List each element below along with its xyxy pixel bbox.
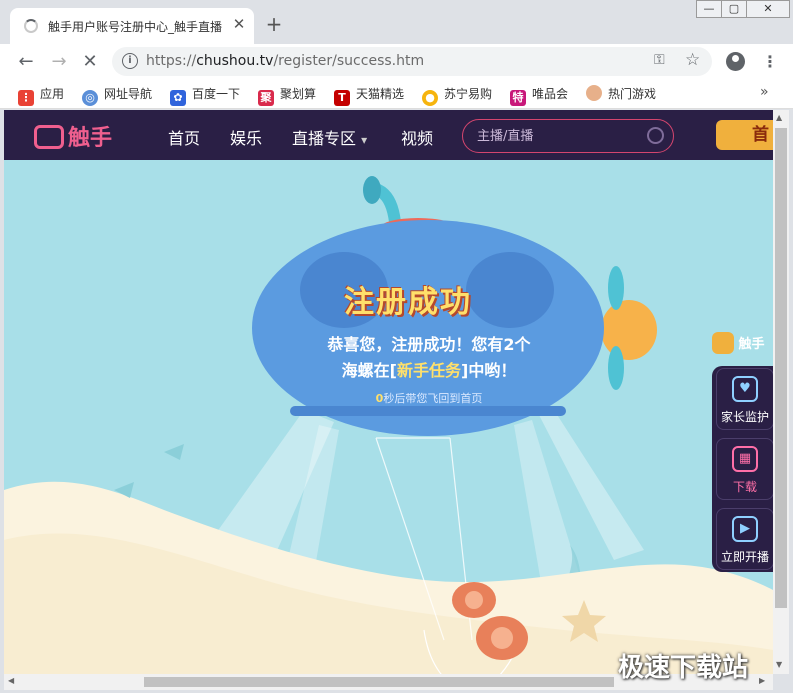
profile-avatar-icon[interactable] [726, 52, 745, 71]
shield-person-icon: ♥ [732, 376, 758, 402]
side-toolbar-panel: ♥ 家长监护 ▦ 下载 ▶ 立即开播 [712, 366, 773, 572]
baidu-paw-icon: ✿ [170, 90, 186, 106]
juhuasuan-icon: 聚 [258, 90, 274, 106]
site-search [462, 119, 674, 153]
nav-live-zone[interactable]: 直播专区 ▾ [292, 125, 367, 149]
bookmark-url-nav[interactable]: ◎ 网址导航 [82, 85, 152, 106]
nav-entertainment[interactable]: 娱乐 [230, 125, 262, 149]
browser-menu-icon[interactable]: ⋮ [762, 52, 778, 71]
password-key-icon[interactable]: ⚿ [654, 52, 665, 68]
nav-video[interactable]: 视频 [401, 125, 433, 149]
site-logo[interactable]: 触手 [34, 120, 112, 152]
vertical-scrollbar[interactable]: ▲ ▼ [773, 110, 789, 674]
submarine-window [466, 252, 554, 328]
submarine-illustration [4, 176, 773, 674]
submarine-keel [290, 406, 566, 416]
site-header: 触手 首页 娱乐 直播专区 ▾ 视频 首 [4, 110, 773, 160]
horizontal-scroll-thumb[interactable] [144, 677, 614, 687]
success-title: 注册成功 [344, 285, 472, 320]
side-toolbar-logo: 触手 [712, 332, 773, 368]
stop-loading-button[interactable]: ✕ [79, 51, 101, 73]
page-viewport: 触手 首页 娱乐 直播专区 ▾ 视频 首 [4, 110, 773, 674]
watermark: 极速下载站 [618, 653, 749, 683]
scroll-up-arrow-icon[interactable]: ▲ [776, 113, 782, 122]
download-button[interactable]: ▦ 下载 [716, 438, 773, 500]
scroll-down-arrow-icon[interactable]: ▼ [776, 660, 782, 669]
qr-code-icon: ▦ [732, 446, 758, 472]
logo-mark-icon [34, 125, 64, 149]
chevron-down-icon: ▾ [361, 133, 368, 147]
congrats-message: 恭喜您，注册成功！您有2个 海螺在[新手任务]中哟！ [327, 335, 531, 380]
propeller-blade [608, 266, 624, 310]
site-info-icon[interactable]: i [122, 53, 138, 69]
back-button[interactable]: ← [15, 51, 37, 73]
newbie-task-link[interactable]: 新手任务 [397, 361, 461, 380]
window-restore-button[interactable]: ▢ [721, 0, 747, 18]
suning-icon: ● [422, 90, 438, 106]
floating-side-toolbar: 触手 ♥ 家长监护 ▦ 下载 ▶ 立即开播 [712, 332, 773, 572]
tab-title: 触手用户账号注册中心_触手直播 [48, 20, 223, 34]
bookmark-juhuasuan[interactable]: 聚聚划算 [258, 85, 316, 106]
loading-spinner-icon [24, 19, 38, 33]
search-icon[interactable] [647, 127, 664, 144]
fish [164, 444, 184, 460]
video-camera-icon: ▶ [732, 516, 758, 542]
periscope-lens [363, 176, 381, 204]
redirect-countdown: 0秒后带您飞回到首页 [375, 392, 483, 405]
globe-icon: ◎ [82, 90, 98, 106]
new-tab-button[interactable]: + [264, 14, 284, 34]
apps-icon: ⋮ [18, 90, 34, 106]
window-minimize-button[interactable]: — [696, 0, 722, 18]
browser-title-bar: 触手用户账号注册中心_触手直播 ✕ + — ▢ ✕ [0, 0, 793, 44]
vip-icon: 特 [510, 90, 526, 106]
game-avatar-icon [586, 85, 602, 101]
conch-shell-swirl [491, 627, 513, 649]
bookmark-tmall[interactable]: T 天猫精选 [334, 85, 404, 106]
scroll-right-arrow-icon[interactable]: ▶ [759, 676, 765, 685]
browser-toolbar: ← → ✕ i https://chushou.tv/register/succ… [0, 44, 793, 79]
bookmark-star-icon[interactable]: ☆ [685, 50, 700, 70]
tab-close-icon[interactable]: ✕ [230, 15, 248, 33]
bookmark-apps[interactable]: ⋮ 应用 [18, 85, 64, 106]
address-bar[interactable]: i https://chushou.tv/register/success.ht… [112, 47, 712, 76]
home-button[interactable]: 首 [716, 120, 773, 150]
bookmark-vip[interactable]: 特唯品会 [510, 85, 568, 106]
bookmarks-overflow-icon[interactable]: » [760, 84, 769, 100]
bookmark-baidu[interactable]: ✿ 百度一下 [170, 85, 240, 106]
vertical-scroll-thumb[interactable] [775, 128, 787, 608]
window-close-button[interactable]: ✕ [746, 0, 790, 18]
tmall-icon: T [334, 90, 350, 106]
bookmarks-bar: ⋮ 应用 ◎ 网址导航 ✿ 百度一下 聚聚划算 T 天猫精选 ● 苏宁易购 特唯品会 热门… [0, 79, 793, 109]
browser-tab-active[interactable]: 触手用户账号注册中心_触手直播 ✕ [10, 8, 254, 44]
propeller-blade [608, 346, 624, 390]
nav-home[interactable]: 首页 [168, 125, 200, 149]
bookmark-hot-games[interactable]: 热门游戏 [586, 85, 656, 103]
forward-button[interactable]: → [48, 51, 70, 73]
propeller-hub [601, 300, 657, 360]
search-input[interactable] [477, 127, 637, 145]
conch-shell-swirl [465, 591, 483, 609]
scroll-left-arrow-icon[interactable]: ◀ [8, 676, 14, 685]
start-streaming-button[interactable]: ▶ 立即开播 [716, 508, 773, 570]
parental-guardian-button[interactable]: ♥ 家长监护 [716, 368, 773, 430]
address-url[interactable]: https://chushou.tv/register/success.htm [146, 53, 424, 69]
mascot-icon [712, 332, 734, 354]
bookmark-suning[interactable]: ● 苏宁易购 [422, 85, 492, 106]
